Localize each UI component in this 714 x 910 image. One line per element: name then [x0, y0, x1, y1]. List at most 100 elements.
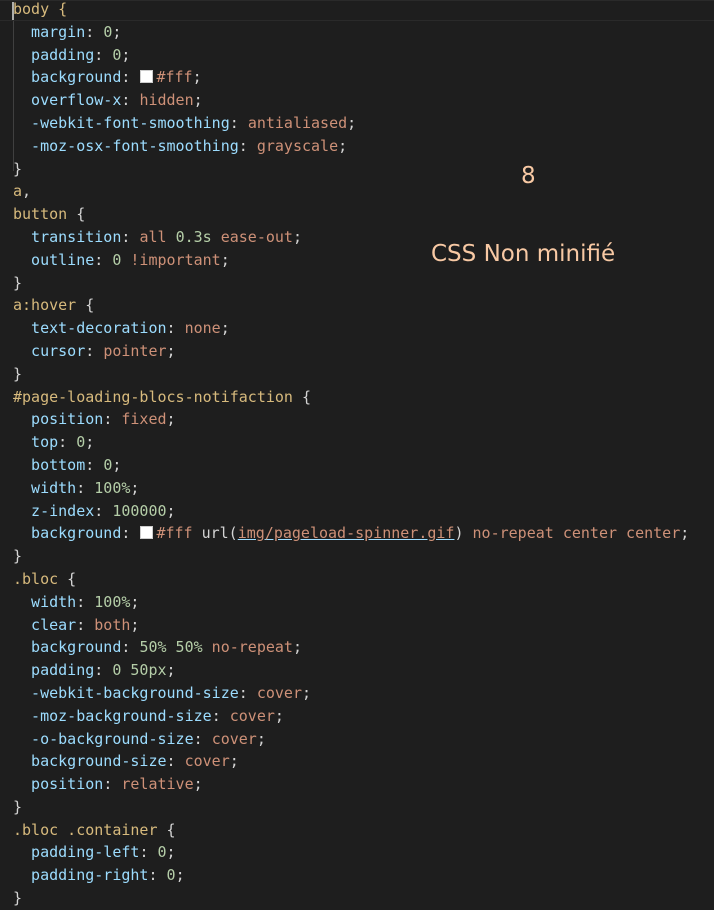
code-editor[interactable]: body { margin: 0; padding: 0; background…: [13, 0, 689, 910]
punctuation: :: [94, 501, 113, 520]
punctuation: :: [121, 68, 140, 87]
punctuation: ;: [302, 683, 312, 702]
code-line[interactable]: position: fixed;: [13, 408, 689, 431]
code-line[interactable]: cursor: pointer;: [13, 340, 689, 363]
color-swatch[interactable]: [140, 526, 154, 540]
code-line[interactable]: bottom: 0;: [13, 454, 689, 477]
code-line[interactable]: body {: [13, 0, 689, 21]
property-name: transition: [13, 227, 122, 246]
punctuation: ;: [256, 729, 266, 748]
code-line[interactable]: -moz-background-size: cover;: [13, 705, 689, 728]
punctuation: :: [85, 341, 104, 360]
code-line[interactable]: padding: 0 50px;: [13, 659, 689, 682]
punctuation: :: [166, 319, 185, 338]
punctuation: ;: [166, 661, 176, 680]
selector: .bloc .container: [13, 820, 158, 839]
code-line[interactable]: padding-left: 0;: [13, 841, 689, 864]
selector: a: [13, 182, 23, 201]
annotation-number: 8: [521, 163, 536, 189]
punctuation: ;: [130, 478, 140, 497]
code-line[interactable]: a,: [13, 180, 689, 203]
code-line[interactable]: #page-loading-blocs-notifaction {: [13, 386, 689, 409]
property-value: !important: [121, 250, 221, 269]
code-line[interactable]: background: #fff url(img/pageload-spinne…: [13, 522, 689, 545]
punctuation: :: [166, 752, 185, 771]
property-value: no-repeat center center: [463, 524, 681, 543]
punctuation: }: [13, 159, 23, 178]
punctuation: :: [211, 706, 230, 725]
code-line[interactable]: }: [13, 796, 689, 819]
code-line[interactable]: z-index: 100000;: [13, 500, 689, 523]
punctuation: :: [85, 455, 104, 474]
punctuation: ;: [130, 592, 140, 611]
punctuation: :: [76, 478, 95, 497]
property-name: clear: [13, 615, 77, 634]
code-line[interactable]: padding-right: 0;: [13, 864, 689, 887]
code-line[interactable]: .bloc {: [13, 568, 689, 591]
code-line[interactable]: button {: [13, 203, 689, 226]
code-line[interactable]: -webkit-font-smoothing: antialiased;: [13, 112, 689, 135]
code-line[interactable]: text-decoration: none;: [13, 317, 689, 340]
code-line[interactable]: -webkit-background-size: cover;: [13, 682, 689, 705]
punctuation: :: [238, 136, 257, 155]
code-line[interactable]: -moz-osx-font-smoothing: grayscale;: [13, 135, 689, 158]
numeric-value: 0: [103, 22, 113, 41]
punctuation: :: [148, 866, 167, 885]
property-name: margin: [13, 22, 86, 41]
property-value: antialiased: [247, 113, 348, 132]
code-line[interactable]: -o-background-size: cover;: [13, 728, 689, 751]
punctuation: :: [94, 45, 113, 64]
code-line[interactable]: background: #fff;: [13, 66, 689, 89]
punctuation: ;: [292, 227, 302, 246]
punctuation: ;: [112, 455, 122, 474]
code-line[interactable]: clear: both;: [13, 614, 689, 637]
color-swatch[interactable]: [140, 70, 154, 84]
code-line[interactable]: }: [13, 272, 689, 295]
property-value: grayscale: [256, 136, 339, 155]
url-link[interactable]: img/pageload-spinner.gif: [238, 524, 455, 542]
punctuation: ): [454, 524, 464, 543]
property-value: cover: [256, 683, 302, 702]
code-line[interactable]: width: 100%;: [13, 477, 689, 500]
property-value: all: [139, 227, 176, 246]
property-name: background: [13, 68, 122, 87]
punctuation: :: [76, 615, 95, 634]
punctuation: ;: [166, 341, 176, 360]
code-line[interactable]: .bloc .container {: [13, 819, 689, 842]
code-line[interactable]: a:hover {: [13, 294, 689, 317]
code-line[interactable]: width: 100%;: [13, 591, 689, 614]
code-line[interactable]: top: 0;: [13, 431, 689, 454]
annotation-label: CSS Non minifié: [431, 241, 616, 267]
punctuation: :: [85, 22, 104, 41]
property-name: top: [13, 433, 59, 452]
numeric-value: 50% 50%: [139, 638, 203, 657]
punctuation: ;: [175, 866, 185, 885]
punctuation: ;: [680, 524, 690, 543]
code-line[interactable]: }: [13, 158, 689, 181]
numeric-value: 100000: [112, 501, 167, 520]
punctuation: {: [58, 569, 77, 588]
selector: body {: [13, 0, 68, 18]
selector: a:hover: [13, 296, 77, 315]
code-line[interactable]: overflow-x: hidden;: [13, 89, 689, 112]
property-value: no-repeat: [202, 638, 293, 657]
punctuation: :: [121, 638, 140, 657]
property-value: ease-out: [211, 227, 293, 246]
code-line[interactable]: padding: 0;: [13, 44, 689, 67]
numeric-value: 0.3s: [175, 227, 212, 246]
punctuation: ;: [220, 250, 230, 269]
code-line[interactable]: }: [13, 363, 689, 386]
selector: #page-loading-blocs-notifaction: [13, 387, 293, 406]
code-line[interactable]: background-size: cover;: [13, 750, 689, 773]
code-line[interactable]: background: 50% 50% no-repeat;: [13, 636, 689, 659]
numeric-value: 0: [103, 455, 113, 474]
code-line[interactable]: position: relative;: [13, 773, 689, 796]
property-name: bottom: [13, 455, 86, 474]
code-line[interactable]: }: [13, 545, 689, 568]
code-line[interactable]: margin: 0;: [13, 21, 689, 44]
numeric-value: 100%: [94, 478, 131, 497]
code-line[interactable]: }: [13, 887, 689, 910]
punctuation: :: [229, 113, 248, 132]
numeric-value: 100%: [94, 592, 131, 611]
property-name: position: [13, 410, 104, 429]
